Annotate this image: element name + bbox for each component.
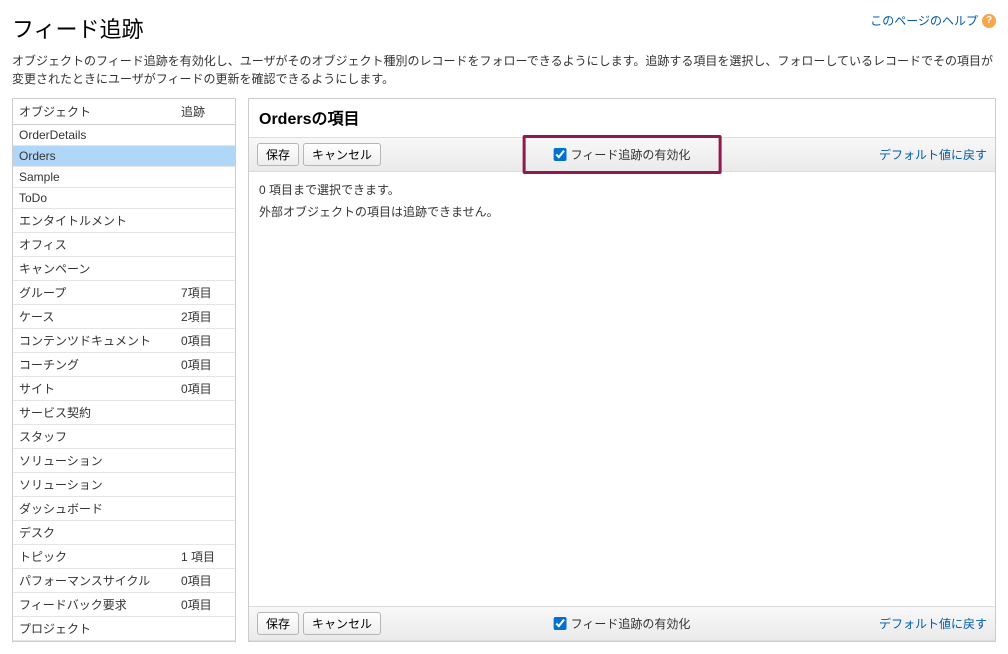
enable-tracking-checkbox-wrap[interactable]: フィード追跡の有効化: [523, 135, 722, 174]
sidebar-item-tracking: [175, 167, 235, 188]
sidebar-item-label: キャンペーン: [13, 257, 175, 281]
sidebar-item-label: コーチング: [13, 353, 175, 377]
main-title: Ordersの項目: [249, 99, 995, 137]
sidebar-item-tracking: [175, 497, 235, 521]
sidebar-item-label: Orders: [13, 146, 175, 167]
sidebar-item-label: Sample: [13, 167, 175, 188]
sidebar-item-label: ソリューション: [13, 449, 175, 473]
enable-tracking-checkbox[interactable]: [554, 148, 567, 161]
sidebar-item-tracking: [175, 233, 235, 257]
sidebar-item[interactable]: ToDo: [13, 188, 235, 209]
sidebar-item-label: エンタイトルメント: [13, 209, 175, 233]
sidebar-item-label: トピック: [13, 545, 175, 569]
sidebar-item[interactable]: ケース2項目: [13, 305, 235, 329]
sidebar-item-tracking: [175, 617, 235, 641]
reset-default-link[interactable]: デフォルト値に戻す: [879, 146, 987, 163]
enable-tracking-label: フィード追跡の有効化: [571, 146, 691, 163]
col-header-object: オブジェクト: [13, 99, 175, 125]
sidebar-item[interactable]: Sample: [13, 167, 235, 188]
body-line-2: 外部オブジェクトの項目は追跡できません。: [259, 202, 985, 224]
content-body: 0 項目まで選択できます。 外部オブジェクトの項目は追跡できません。: [249, 172, 995, 606]
sidebar-item-label: デスク: [13, 521, 175, 545]
sidebar-item-tracking: [175, 257, 235, 281]
sidebar-item-tracking: [175, 425, 235, 449]
help-link[interactable]: このページのヘルプ ?: [870, 12, 996, 29]
sidebar-item[interactable]: ダッシュボード: [13, 497, 235, 521]
object-sidebar: オブジェクト 追跡 OrderDetailsOrdersSampleToDoエン…: [12, 98, 236, 642]
body-line-1: 0 項目まで選択できます。: [259, 180, 985, 202]
sidebar-item-label: ダッシュボード: [13, 497, 175, 521]
sidebar-item[interactable]: Orders: [13, 146, 235, 167]
sidebar-item[interactable]: エンタイトルメント: [13, 209, 235, 233]
sidebar-item[interactable]: グループ7項目: [13, 281, 235, 305]
sidebar-item-label: オフィス: [13, 233, 175, 257]
sidebar-item[interactable]: コーチング0項目: [13, 353, 235, 377]
sidebar-item-label: パフォーマンスサイクル: [13, 569, 175, 593]
sidebar-item[interactable]: パフォーマンスサイクル0項目: [13, 569, 235, 593]
sidebar-item-tracking: [175, 188, 235, 209]
sidebar-item[interactable]: プロジェクト: [13, 617, 235, 641]
help-icon: ?: [982, 14, 996, 28]
sidebar-item-tracking: 0項目: [175, 569, 235, 593]
sidebar-item-tracking: [175, 401, 235, 425]
page-description: オブジェクトのフィード追跡を有効化し、ユーザがそのオブジェクト種別のレコードをフ…: [12, 52, 996, 88]
sidebar-item-tracking: 1 項目: [175, 545, 235, 569]
sidebar-item-tracking: [175, 146, 235, 167]
sidebar-item-tracking: [175, 473, 235, 497]
sidebar-item[interactable]: トピック1 項目: [13, 545, 235, 569]
sidebar-item-tracking: 0項目: [175, 377, 235, 401]
enable-tracking-checkbox-bottom[interactable]: [554, 617, 567, 630]
reset-default-link-bottom[interactable]: デフォルト値に戻す: [879, 615, 987, 632]
sidebar-item[interactable]: ソリューション: [13, 449, 235, 473]
sidebar-item[interactable]: サイト0項目: [13, 377, 235, 401]
sidebar-item-tracking: 0項目: [175, 353, 235, 377]
save-button[interactable]: 保存: [257, 143, 299, 166]
sidebar-item-label: ToDo: [13, 188, 175, 209]
top-toolbar: 保存 キャンセル フィード追跡の有効化 デフォルト値に戻す: [249, 137, 995, 172]
sidebar-item-label: プロジェクト: [13, 617, 175, 641]
sidebar-item-label: グループ: [13, 281, 175, 305]
help-link-text: このページのヘルプ: [870, 12, 978, 29]
sidebar-item-label: ソリューション: [13, 473, 175, 497]
sidebar-item-tracking: [175, 209, 235, 233]
sidebar-item[interactable]: オフィス: [13, 233, 235, 257]
sidebar-item[interactable]: サービス契約: [13, 401, 235, 425]
sidebar-item[interactable]: デスク: [13, 521, 235, 545]
sidebar-item[interactable]: OrderDetails: [13, 125, 235, 146]
cancel-button-bottom[interactable]: キャンセル: [303, 612, 381, 635]
sidebar-item-label: ケース: [13, 305, 175, 329]
sidebar-item-tracking: [175, 125, 235, 146]
sidebar-item-label: OrderDetails: [13, 125, 175, 146]
sidebar-item-tracking: [175, 449, 235, 473]
sidebar-item[interactable]: スタッフ: [13, 425, 235, 449]
cancel-button[interactable]: キャンセル: [303, 143, 381, 166]
sidebar-item-tracking: 2項目: [175, 305, 235, 329]
enable-tracking-label-bottom: フィード追跡の有効化: [571, 615, 691, 632]
sidebar-item-tracking: 7項目: [175, 281, 235, 305]
enable-tracking-checkbox-wrap-bottom[interactable]: フィード追跡の有効化: [554, 615, 691, 632]
sidebar-item[interactable]: コンテンツドキュメント0項目: [13, 329, 235, 353]
sidebar-item-label: スタッフ: [13, 425, 175, 449]
sidebar-item[interactable]: ソリューション: [13, 473, 235, 497]
sidebar-item-label: コンテンツドキュメント: [13, 329, 175, 353]
bottom-toolbar: 保存 キャンセル フィード追跡の有効化 デフォルト値に戻す: [249, 606, 995, 641]
sidebar-item-label: サイト: [13, 377, 175, 401]
main-panel: Ordersの項目 保存 キャンセル フィード追跡の有効化 デフォルト値に戻す …: [248, 98, 996, 642]
sidebar-item-label: サービス契約: [13, 401, 175, 425]
save-button-bottom[interactable]: 保存: [257, 612, 299, 635]
sidebar-item[interactable]: キャンペーン: [13, 257, 235, 281]
col-header-tracking: 追跡: [175, 99, 235, 125]
sidebar-item-tracking: [175, 521, 235, 545]
sidebar-item-tracking: 0項目: [175, 329, 235, 353]
page-title: フィード追跡: [12, 12, 144, 44]
